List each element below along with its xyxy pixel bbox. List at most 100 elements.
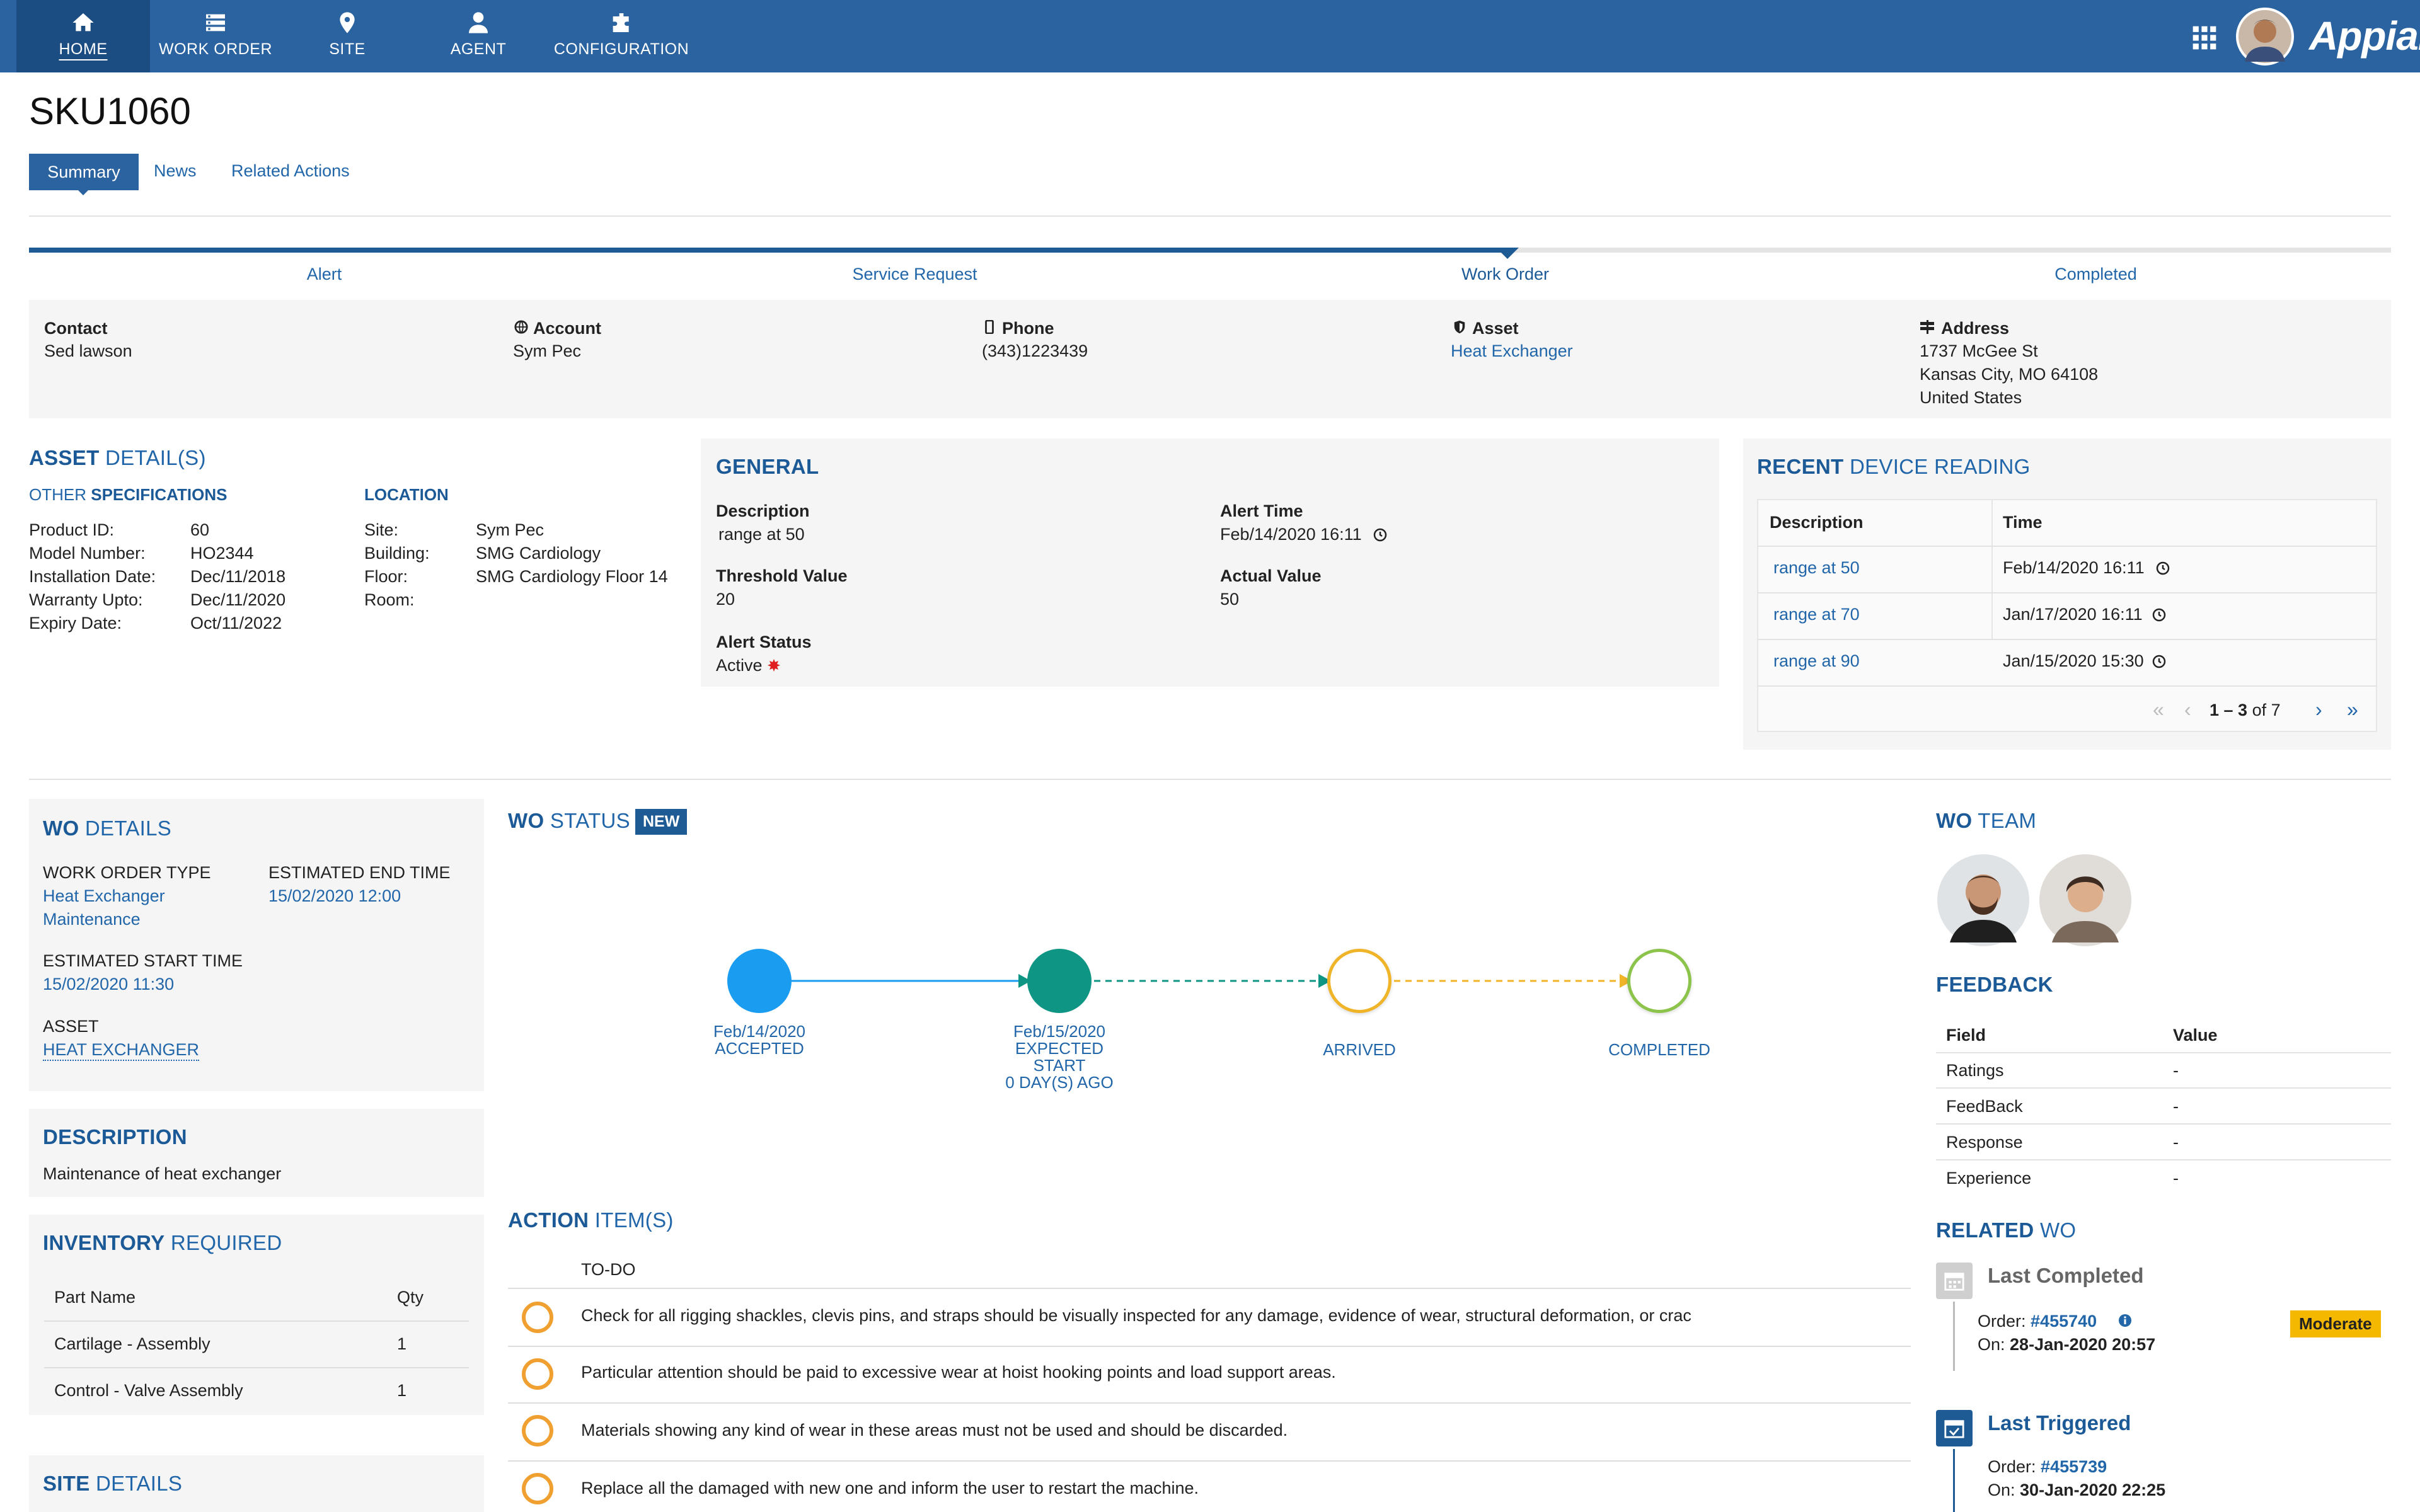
team-member-avatar[interactable] bbox=[1936, 853, 2031, 948]
step-work-order[interactable]: Work Order bbox=[1210, 265, 1801, 284]
calendar-check-icon bbox=[1936, 1410, 1973, 1446]
globe-icon bbox=[514, 320, 528, 334]
team-member-avatar[interactable] bbox=[2038, 853, 2133, 948]
pager-text: 1 – 3 of 7 bbox=[2210, 701, 2281, 719]
clock-icon bbox=[1373, 528, 1387, 542]
threshold-value: 20 bbox=[716, 590, 735, 609]
last-completed-order-link[interactable]: #455740 bbox=[2031, 1312, 2097, 1331]
status-node-arrived bbox=[1327, 949, 1392, 1013]
asset-link[interactable]: Heat Exchanger bbox=[1451, 341, 1573, 361]
site-details-panel: SITE DETAILS bbox=[29, 1455, 484, 1512]
location-value: SMG Cardiology bbox=[476, 544, 601, 563]
section-divider bbox=[29, 779, 2391, 780]
step-alert[interactable]: Alert bbox=[29, 265, 619, 284]
status-label-completed: COMPLETED bbox=[1608, 1040, 1710, 1059]
last-triggered-order: Order: #455739 bbox=[1988, 1457, 2107, 1476]
next-page-icon[interactable]: › bbox=[2315, 698, 2322, 721]
col-part-name: Part Name bbox=[54, 1288, 136, 1307]
reading-link[interactable]: range at 70 bbox=[1773, 605, 1860, 624]
general-panel: GENERAL Description range at 50 Alert Ti… bbox=[701, 438, 1719, 687]
actual-label: Actual Value bbox=[1220, 566, 1322, 585]
reading-time: Feb/14/2020 16:11 bbox=[2003, 558, 2145, 577]
nav-home-label: HOME bbox=[59, 40, 108, 58]
tab-news[interactable]: News bbox=[154, 161, 197, 181]
progress-fill bbox=[29, 248, 1506, 253]
wo-asset-link[interactable]: HEAT EXCHANGER bbox=[43, 1040, 200, 1061]
reading-link[interactable]: range at 50 bbox=[1773, 558, 1860, 578]
wo-asset-label: ASSET bbox=[43, 1017, 99, 1036]
device-reading-table: Description Time range at 50 Feb/14/2020… bbox=[1757, 499, 2377, 732]
spec-value: Dec/11/2018 bbox=[190, 567, 286, 586]
spec-key: Warranty Upto: bbox=[29, 590, 143, 609]
address-line-2: Kansas City, MO 64108 bbox=[1920, 365, 2099, 384]
nav-site[interactable]: SITE bbox=[294, 0, 401, 72]
wo-start-label: ESTIMATED START TIME bbox=[43, 951, 243, 970]
top-nav-bar: HOME WORK ORDER SITE AGENT CONFIGURATION… bbox=[0, 0, 2420, 72]
description-value: range at 50 bbox=[718, 525, 805, 544]
wo-start-value: 15/02/2020 11:30 bbox=[43, 975, 175, 994]
first-page-icon[interactable]: « bbox=[2153, 698, 2164, 721]
location-value: SMG Cardiology Floor 14 bbox=[476, 567, 668, 586]
alert-status-value: Active bbox=[716, 656, 763, 675]
status-node-expected-start bbox=[1027, 949, 1092, 1013]
todo-header: TO-DO bbox=[581, 1260, 636, 1279]
wo-details-title: WO DETAILS bbox=[43, 816, 172, 840]
todo-item: Particular attention should be paid to e… bbox=[581, 1363, 1336, 1382]
timeline-line bbox=[1953, 1449, 1955, 1512]
address-label: Address bbox=[1941, 319, 2010, 338]
last-completed-order: Order: #455740 bbox=[1978, 1312, 2097, 1331]
col-description: Description bbox=[1770, 513, 1864, 532]
spec-key: Model Number: bbox=[29, 544, 146, 563]
timeline-line bbox=[1953, 1302, 1955, 1371]
tabs-divider bbox=[29, 215, 2391, 217]
home-icon bbox=[72, 13, 94, 32]
step-completed[interactable]: Completed bbox=[1801, 265, 2391, 284]
todo-checkbox[interactable] bbox=[522, 1302, 553, 1333]
feedback-value: - bbox=[2173, 1133, 2179, 1152]
inventory-qty: 1 bbox=[397, 1334, 407, 1353]
clock-icon bbox=[2156, 561, 2170, 575]
list-icon bbox=[206, 14, 225, 32]
device-reading-panel: RECENT DEVICE READING Description Time r… bbox=[1743, 438, 2391, 750]
todo-checkbox[interactable] bbox=[522, 1358, 553, 1390]
nav-agent-label: AGENT bbox=[450, 40, 507, 58]
todo-checkbox[interactable] bbox=[522, 1473, 553, 1504]
nav-work-order-label: WORK ORDER bbox=[159, 40, 272, 58]
inventory-part: Control - Valve Assembly bbox=[54, 1381, 243, 1400]
description-panel: DESCRIPTION Maintenance of heat exchange… bbox=[29, 1109, 484, 1197]
location-key: Floor: bbox=[364, 567, 408, 586]
feedback-title: FEEDBACK bbox=[1936, 973, 2053, 996]
last-triggered-order-link[interactable]: #455739 bbox=[2041, 1457, 2107, 1476]
signpost-icon bbox=[1920, 320, 1934, 334]
nav-home[interactable]: HOME bbox=[16, 0, 150, 72]
col-divider bbox=[1991, 500, 1993, 640]
status-label-arrived: ARRIVED bbox=[1323, 1040, 1396, 1059]
spec-value: Dec/11/2020 bbox=[190, 590, 286, 609]
priority-badge: Moderate bbox=[2290, 1310, 2381, 1337]
col-value: Value bbox=[2173, 1026, 2218, 1045]
user-avatar[interactable] bbox=[2236, 8, 2294, 66]
puzzle-icon bbox=[613, 13, 629, 32]
alert-time-label: Alert Time bbox=[1220, 501, 1303, 520]
clock-icon bbox=[2152, 655, 2166, 668]
info-icon[interactable] bbox=[2118, 1313, 2133, 1328]
last-triggered-title: Last Triggered bbox=[1988, 1411, 2131, 1435]
status-label-accepted: Feb/14/2020 ACCEPTED bbox=[713, 1022, 805, 1058]
prev-page-icon[interactable]: ‹ bbox=[2184, 698, 2191, 721]
last-completed-on: On: 28-Jan-2020 20:57 bbox=[1978, 1335, 2156, 1354]
tab-summary[interactable]: Summary bbox=[29, 154, 139, 190]
apps-grid-icon[interactable] bbox=[2191, 24, 2218, 52]
todo-checkbox[interactable] bbox=[522, 1415, 553, 1446]
reading-link[interactable]: range at 90 bbox=[1773, 651, 1860, 671]
nav-configuration[interactable]: CONFIGURATION bbox=[548, 0, 694, 72]
feedback-value: - bbox=[2173, 1097, 2179, 1116]
tab-related-actions[interactable]: Related Actions bbox=[231, 161, 350, 181]
status-burst-icon bbox=[768, 659, 780, 672]
nav-work-order[interactable]: WORK ORDER bbox=[154, 0, 277, 72]
map-pin-icon bbox=[340, 12, 355, 33]
step-service-request[interactable]: Service Request bbox=[619, 265, 1210, 284]
nav-agent[interactable]: AGENT bbox=[425, 0, 532, 72]
inventory-part: Cartilage - Assembly bbox=[54, 1334, 210, 1353]
reading-time: Jan/15/2020 15:30 bbox=[2003, 651, 2144, 670]
last-page-icon[interactable]: » bbox=[2347, 698, 2358, 721]
